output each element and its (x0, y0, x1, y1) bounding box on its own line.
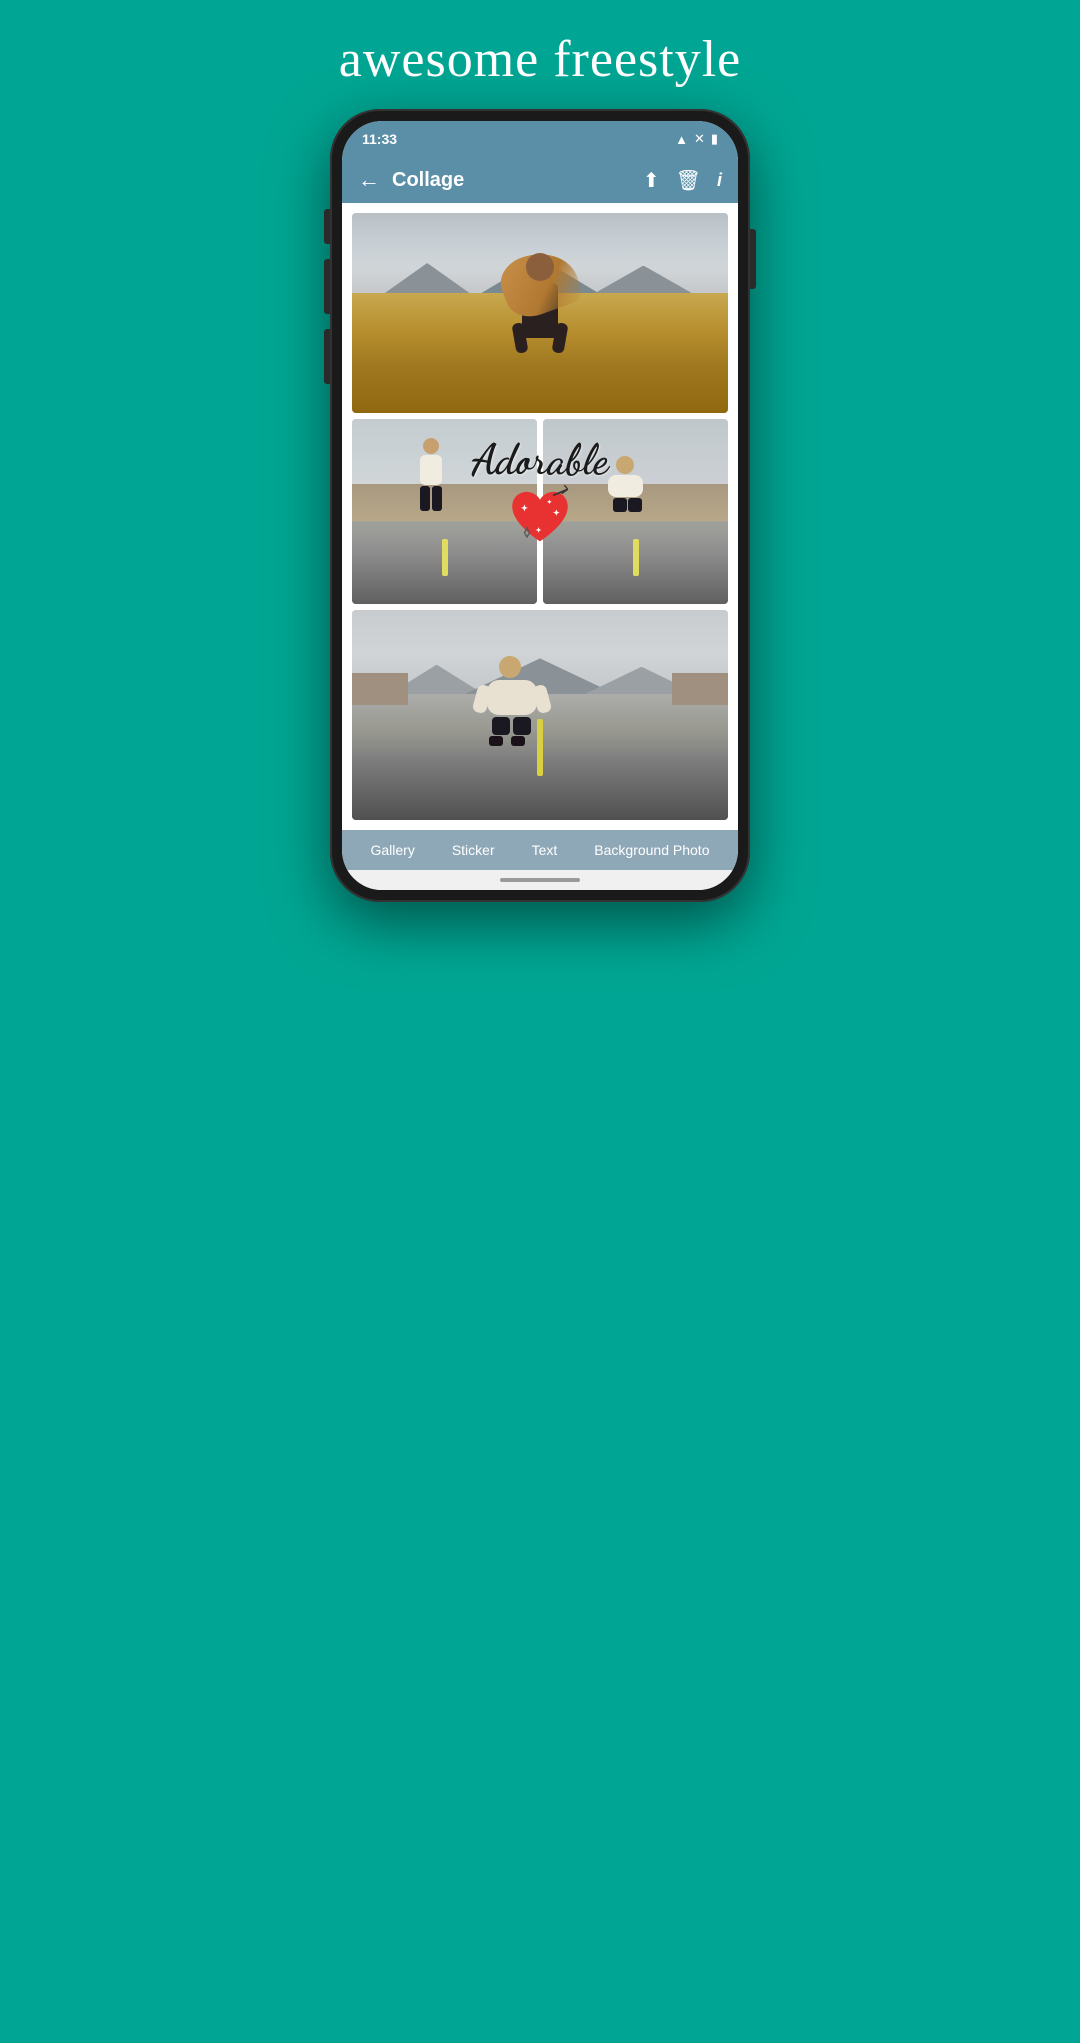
photo1 (352, 213, 728, 413)
photo-main[interactable] (352, 213, 728, 413)
phone-frame: 11:33 ▲ ✕ ▮ ← Collage ⬆ 🗑 i (330, 109, 750, 902)
text-button[interactable]: Text (532, 842, 558, 858)
home-bar (500, 878, 580, 882)
app-title: awesome freestyle (339, 30, 741, 89)
photo2 (352, 419, 537, 604)
collage-container: Adorable ✦ ✦ ✦ ✦ (342, 203, 738, 830)
bottom-toolbar: Gallery Sticker Text Background Photo (342, 830, 738, 870)
info-icon[interactable]: i (717, 170, 722, 191)
phone-wrapper: 11:33 ▲ ✕ ▮ ← Collage ⬆ 🗑 i (330, 109, 750, 902)
volume-down-button (324, 329, 330, 384)
delete-icon[interactable]: 🗑 (676, 168, 701, 193)
photo-right[interactable] (543, 419, 728, 604)
photo-left[interactable] (352, 419, 537, 604)
gallery-button[interactable]: Gallery (370, 842, 414, 858)
photo-row-middle: Adorable ✦ ✦ ✦ ✦ (352, 419, 728, 604)
gallery-label: Gallery (370, 842, 414, 858)
battery-icon: ▮ (711, 131, 718, 147)
text-label: Text (532, 842, 558, 858)
status-icons: ▲ ✕ ▮ (675, 131, 718, 147)
sticker-button[interactable]: Sticker (452, 842, 495, 858)
volume-up-button (324, 259, 330, 314)
photo4 (352, 610, 728, 820)
home-indicator (342, 870, 738, 890)
wifi-icon: ▲ (675, 132, 688, 147)
mute-button (324, 209, 330, 244)
background-photo-button[interactable]: Background Photo (594, 842, 709, 858)
power-button (750, 229, 756, 289)
status-bar: 11:33 ▲ ✕ ▮ (342, 121, 738, 157)
share-icon[interactable]: ⬆ (643, 168, 660, 193)
status-time: 11:33 (362, 131, 397, 147)
top-bar-actions: ⬆ 🗑 i (643, 168, 722, 193)
photo-bottom[interactable] (352, 610, 728, 820)
phone-screen: 11:33 ▲ ✕ ▮ ← Collage ⬆ 🗑 i (342, 121, 738, 890)
back-button[interactable]: ← (358, 167, 380, 193)
sticker-label: Sticker (452, 842, 495, 858)
background-photo-label: Background Photo (594, 842, 709, 858)
page-title: Collage (392, 169, 631, 192)
photo3 (543, 419, 728, 604)
content-area: Adorable ✦ ✦ ✦ ✦ (342, 203, 738, 830)
top-bar: ← Collage ⬆ 🗑 i (342, 157, 738, 203)
signal-icon: ✕ (694, 131, 705, 147)
